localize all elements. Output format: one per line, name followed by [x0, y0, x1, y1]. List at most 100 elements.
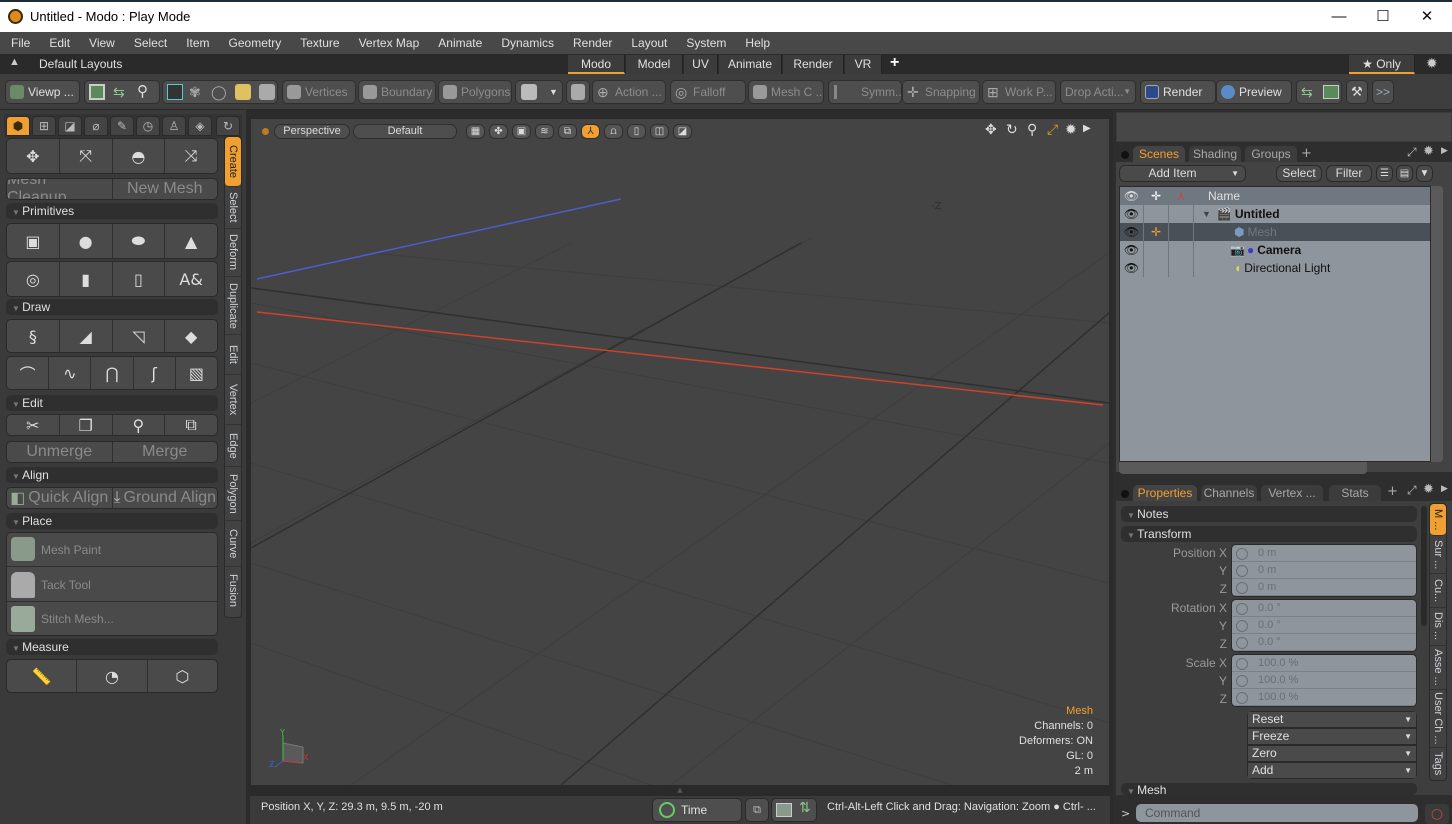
palette-tab-animate[interactable]: ◷ [136, 116, 160, 136]
section-measure[interactable]: Measure [6, 639, 218, 655]
scale-y-field[interactable]: 100.0 % [1232, 672, 1416, 689]
palette-tab-sculpt[interactable]: ⌀ [84, 116, 108, 136]
collapse-arrow-icon[interactable]: ▲ [9, 56, 20, 68]
capsule-primitive-icon[interactable]: ⬬ [113, 224, 166, 258]
cut-icon[interactable]: ✂ [7, 415, 60, 435]
mesh-constraint-button[interactable]: Mesh C ... [748, 80, 824, 104]
notes-section[interactable]: Notes [1121, 506, 1417, 522]
tab-vertex[interactable]: Vertex ... [1261, 485, 1323, 501]
freeze-dropdown[interactable]: Freeze [1247, 728, 1417, 745]
side-tab-surface[interactable]: Sur ... [1430, 536, 1446, 574]
palette-tab-paint[interactable]: ✎ [110, 116, 134, 136]
menu-vertex-map[interactable]: Vertex Map [348, 36, 428, 50]
vtab-select[interactable]: Select [225, 187, 241, 229]
vtab-duplicate[interactable]: Duplicate [225, 277, 241, 335]
menu-help[interactable]: Help [734, 36, 778, 50]
shading-dropdown[interactable]: Default [353, 124, 457, 139]
pen-tool-icon[interactable]: ◹ [113, 320, 166, 352]
timeline-expander[interactable]: ▲ [250, 786, 1110, 796]
tack-tool-button[interactable]: Tack Tool [7, 568, 217, 602]
more-tools-button[interactable]: >> [1372, 80, 1394, 104]
mesh-cleanup-button[interactable]: Mesh Cleanup... [7, 179, 113, 199]
polygons-button[interactable]: Polygons [438, 80, 512, 104]
tab-stats[interactable]: Stats [1329, 485, 1381, 501]
vtab-fusion[interactable]: Fusion [225, 567, 241, 615]
menu-geometry[interactable]: Geometry [218, 36, 290, 50]
section-edit[interactable]: Edit [6, 395, 218, 411]
gear-icon[interactable]: ✹ [1423, 144, 1434, 159]
ground-align-button[interactable]: ⤓ Ground Align [113, 488, 218, 508]
select-arrow-icon[interactable] [167, 84, 183, 100]
expand-icon[interactable]: ⤢ [1407, 145, 1417, 160]
rotate-view-icon[interactable]: ↻ [1006, 122, 1018, 138]
vertical-scrollbar[interactable] [1431, 186, 1443, 462]
layout-tab-vr[interactable]: VR [845, 55, 882, 74]
menu-texture[interactable]: Texture [289, 36, 347, 50]
command-history-button[interactable]: ○ [1425, 804, 1449, 824]
vtab-polygon[interactable]: Polygon [225, 467, 241, 521]
panel-toggle-icon[interactable] [776, 803, 792, 817]
vtab-edge[interactable]: Edge [225, 425, 241, 467]
tree-row-mesh[interactable]: 👁 ✛ ⬢ Mesh [1120, 223, 1430, 241]
new-mesh-button[interactable]: New Mesh [113, 179, 218, 199]
menu-render[interactable]: Render [562, 36, 620, 50]
snapping-button[interactable]: ✛ Snapping [902, 80, 980, 104]
layout-tab-modo[interactable]: Modo [568, 55, 625, 74]
add-tab-button[interactable]: + [1301, 146, 1312, 161]
vtab-create[interactable]: Create [225, 137, 241, 187]
menu-dynamics[interactable]: Dynamics [490, 36, 562, 50]
name-column-header[interactable]: Name [1194, 189, 1240, 203]
copy-icon[interactable]: ❐ [60, 415, 113, 435]
swap-vertical-icon[interactable]: ⇅ [799, 800, 811, 816]
visibility-column-icon[interactable]: 👁 [1120, 187, 1144, 205]
clover-icon[interactable]: ✤ [489, 124, 508, 139]
rotate-tool-icon[interactable]: ◓ [113, 139, 166, 173]
side-tab-curves[interactable]: Cu... [1430, 574, 1446, 608]
position-y-field[interactable]: 0 m [1232, 562, 1416, 579]
viewport-button[interactable]: Viewp ... [5, 80, 80, 104]
spiral-tool-icon[interactable]: § [7, 320, 60, 352]
bspline-tool-icon[interactable]: ⋂ [91, 357, 134, 389]
menu-view[interactable]: View [78, 36, 123, 50]
cylinder-primitive-icon[interactable]: ▮ [60, 262, 113, 296]
symmetry-mode-button[interactable] [566, 80, 590, 104]
polygon-tool-icon[interactable]: ◆ [165, 320, 217, 352]
protractor-icon[interactable]: ◔ [77, 660, 148, 692]
panel-icon[interactable] [89, 84, 105, 100]
lock-column-icon[interactable]: ✛ [1144, 187, 1169, 205]
position-z-field[interactable]: 0 m [1232, 579, 1416, 596]
component-mode-dropdown[interactable]: ▼ [515, 80, 563, 104]
3d-viewport[interactable]: Perspective Default ▦ ✤ ▣ ≋ ⧉ ⅄ ⩍ ▯ ◫ ◪ … [250, 118, 1110, 786]
cube-primitive-icon[interactable]: ▣ [7, 224, 60, 258]
gear-icon[interactable]: ✹ [1065, 122, 1077, 138]
default-layouts-label[interactable]: Default Layouts [39, 57, 122, 71]
rotation-y-field[interactable]: 0.0 ° [1232, 617, 1416, 634]
position-x-field[interactable]: 0 m [1232, 545, 1416, 562]
pedestal-icon[interactable]: ⩍ [604, 124, 623, 139]
menu-item[interactable]: Item [175, 36, 217, 50]
drop-action-dropdown[interactable]: Drop Acti... ▼ [1060, 80, 1136, 104]
section-draw[interactable]: Draw [6, 299, 218, 315]
add-item-dropdown[interactable]: Add Item ▼ [1119, 165, 1246, 182]
time-button[interactable]: Time [652, 798, 742, 822]
falloff-button[interactable]: ◎ Falloff [670, 80, 746, 104]
palette-tab-rigging[interactable]: ♙ [162, 116, 186, 136]
ruler-icon[interactable]: 📏 [7, 660, 78, 692]
figure-icon[interactable]: ⚲ [137, 81, 148, 103]
funnel-icon[interactable]: ▼ [1416, 165, 1433, 182]
filter-button[interactable]: Filter [1326, 165, 1372, 182]
horizontal-scrollbar[interactable] [1119, 462, 1367, 474]
side-tab-display[interactable]: Dis ... [1430, 608, 1446, 646]
capsule-icon[interactable]: ▯ [627, 124, 646, 139]
only-filter-button[interactable]: ★ Only [1349, 55, 1415, 74]
more-arrow-icon[interactable]: ▶ [1441, 146, 1448, 156]
unmerge-button[interactable]: Unmerge [7, 442, 113, 462]
swap-icon[interactable]: ⇆ [1301, 81, 1313, 103]
palette-tab-refresh[interactable]: ↻ [216, 116, 240, 136]
more-arrow-icon[interactable]: ▶ [1441, 484, 1448, 494]
cone-primitive-icon[interactable]: ▲ [165, 224, 217, 258]
select-button[interactable]: Select [1276, 165, 1322, 182]
maximize-button[interactable]: ☐ [1360, 6, 1406, 30]
measure-box-icon[interactable]: ⬡ [148, 660, 217, 692]
tree-row-directional-light[interactable]: 👁 ◖ Directional Light [1120, 259, 1430, 277]
